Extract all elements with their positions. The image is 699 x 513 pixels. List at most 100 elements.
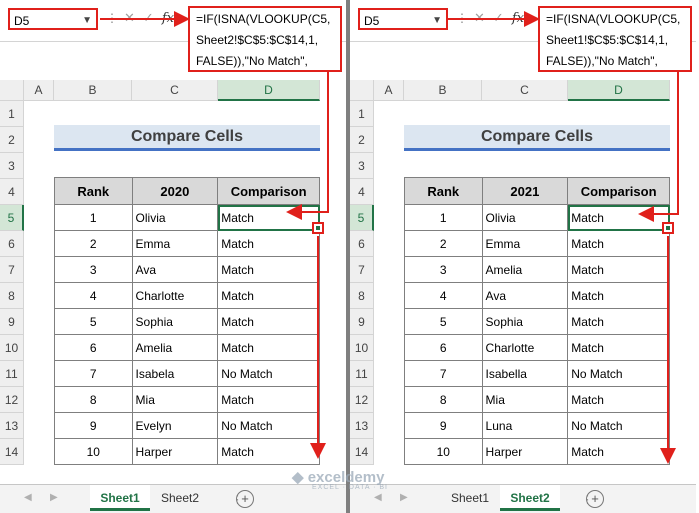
table-cell[interactable]: 8 (54, 386, 133, 413)
row-header-2[interactable]: 2 (0, 127, 24, 153)
row-header-7[interactable]: 7 (0, 257, 24, 283)
table-cell[interactable]: Charlotte (481, 334, 569, 361)
row-header-2[interactable]: 2 (350, 127, 374, 153)
table-cell[interactable]: 8 (404, 386, 483, 413)
row-header-5[interactable]: 5 (0, 205, 24, 231)
sheet-tab-sheet1[interactable]: Sheet1 (90, 485, 150, 511)
row-header-3[interactable]: 3 (350, 153, 374, 179)
table-header-cell[interactable]: Rank (54, 177, 133, 205)
table-cell[interactable]: No Match (217, 412, 320, 439)
table-cell[interactable]: Match (567, 438, 670, 465)
table-cell[interactable]: 3 (54, 256, 133, 283)
column-header-b[interactable]: B (404, 80, 482, 101)
table-header-cell[interactable]: Rank (404, 177, 483, 205)
table-cell[interactable]: Mia (131, 386, 219, 413)
table-cell[interactable]: 5 (54, 308, 133, 335)
table-cell[interactable]: 4 (54, 282, 133, 309)
table-cell[interactable]: 6 (54, 334, 133, 361)
row-header-10[interactable]: 10 (0, 335, 24, 361)
table-cell[interactable]: 7 (54, 360, 133, 387)
table-cell[interactable]: 10 (54, 438, 133, 465)
select-all-corner[interactable] (0, 80, 24, 101)
column-header-a[interactable]: A (374, 80, 404, 101)
table-cell[interactable]: Amelia (131, 334, 219, 361)
row-header-4[interactable]: 4 (0, 179, 24, 205)
column-header-c[interactable]: C (132, 80, 218, 101)
table-cell[interactable]: Olivia (131, 204, 219, 231)
name-box[interactable]: D5 ▼ (358, 8, 448, 30)
table-cell[interactable]: Charlotte (131, 282, 219, 309)
scroll-right-icon[interactable]: ▶ (400, 492, 408, 503)
table-cell[interactable]: Match (217, 308, 320, 335)
table-cell[interactable]: Match (567, 256, 670, 283)
row-header-14[interactable]: 14 (350, 439, 374, 465)
table-cell[interactable]: No Match (567, 412, 670, 439)
column-header-d[interactable]: D (218, 80, 320, 101)
column-header-c[interactable]: C (482, 80, 568, 101)
table-cell[interactable]: 9 (404, 412, 483, 439)
fx-icon[interactable]: fx (512, 11, 524, 26)
table-cell[interactable]: Emma (481, 230, 569, 257)
column-header-b[interactable]: B (54, 80, 132, 101)
row-header-14[interactable]: 14 (0, 439, 24, 465)
table-cell[interactable]: Match (217, 256, 320, 283)
row-header-5[interactable]: 5 (350, 205, 374, 231)
column-header-a[interactable]: A (24, 80, 54, 101)
table-cell[interactable]: Isabela (131, 360, 219, 387)
row-header-9[interactable]: 9 (350, 309, 374, 335)
sheet-tab-sheet1[interactable]: Sheet1 (440, 485, 500, 511)
select-all-corner[interactable] (350, 80, 374, 101)
table-cell[interactable]: Match (567, 230, 670, 257)
plus-circle-icon[interactable]: + (586, 490, 604, 508)
table-cell[interactable]: Match (567, 308, 670, 335)
table-cell[interactable]: Olivia (481, 204, 569, 231)
table-cell[interactable]: Ava (481, 282, 569, 309)
table-cell[interactable]: Match (567, 282, 670, 309)
check-icon[interactable]: ✓ (493, 10, 504, 25)
formula-input[interactable]: =IF(ISNA(VLOOKUP(C5, Sheet2!$C$5:$C$14,1,… (188, 6, 342, 72)
row-header-8[interactable]: 8 (350, 283, 374, 309)
table-cell[interactable]: Match (217, 230, 320, 257)
row-header-13[interactable]: 13 (350, 413, 374, 439)
row-header-13[interactable]: 13 (0, 413, 24, 439)
table-cell[interactable]: 7 (404, 360, 483, 387)
row-header-12[interactable]: 12 (350, 387, 374, 413)
formula-input[interactable]: =IF(ISNA(VLOOKUP(C5, Sheet1!$C$5:$C$14,1,… (538, 6, 692, 72)
chevron-down-icon[interactable]: ▼ (432, 10, 442, 32)
table-cell[interactable]: Match (567, 386, 670, 413)
table-cell[interactable]: Sophia (131, 308, 219, 335)
table-cell[interactable]: Emma (131, 230, 219, 257)
table-header-cell[interactable]: Comparison (217, 177, 320, 205)
table-cell[interactable]: Isabella (481, 360, 569, 387)
table-cell[interactable]: Harper (481, 438, 569, 465)
table-cell[interactable]: 9 (54, 412, 133, 439)
table-header-cell[interactable]: 2021 (481, 177, 569, 205)
table-cell[interactable]: Amelia (481, 256, 569, 283)
table-cell[interactable]: 2 (54, 230, 133, 257)
row-header-7[interactable]: 7 (350, 257, 374, 283)
chevron-down-icon[interactable]: ▼ (82, 10, 92, 32)
table-cell[interactable]: 6 (404, 334, 483, 361)
row-header-10[interactable]: 10 (350, 335, 374, 361)
table-cell[interactable]: Mia (481, 386, 569, 413)
row-header-9[interactable]: 9 (0, 309, 24, 335)
table-header-cell[interactable]: Comparison (567, 177, 670, 205)
table-cell[interactable]: Match (567, 334, 670, 361)
cross-icon[interactable]: ✕ (474, 10, 485, 25)
table-cell[interactable]: Match (567, 204, 670, 231)
row-header-3[interactable]: 3 (0, 153, 24, 179)
check-icon[interactable]: ✓ (143, 10, 154, 25)
table-cell[interactable]: Match (217, 282, 320, 309)
row-header-8[interactable]: 8 (0, 283, 24, 309)
table-cell[interactable]: Ava (131, 256, 219, 283)
scroll-right-icon[interactable]: ▶ (50, 492, 58, 503)
table-cell[interactable]: Luna (481, 412, 569, 439)
table-cell[interactable]: No Match (217, 360, 320, 387)
row-header-4[interactable]: 4 (350, 179, 374, 205)
table-cell[interactable]: Evelyn (131, 412, 219, 439)
sheet-tab-sheet2[interactable]: Sheet2 (500, 485, 560, 511)
table-cell[interactable]: Match (217, 204, 320, 231)
table-cell[interactable]: 2 (404, 230, 483, 257)
fill-handle[interactable] (662, 222, 674, 234)
row-header-1[interactable]: 1 (0, 101, 24, 127)
